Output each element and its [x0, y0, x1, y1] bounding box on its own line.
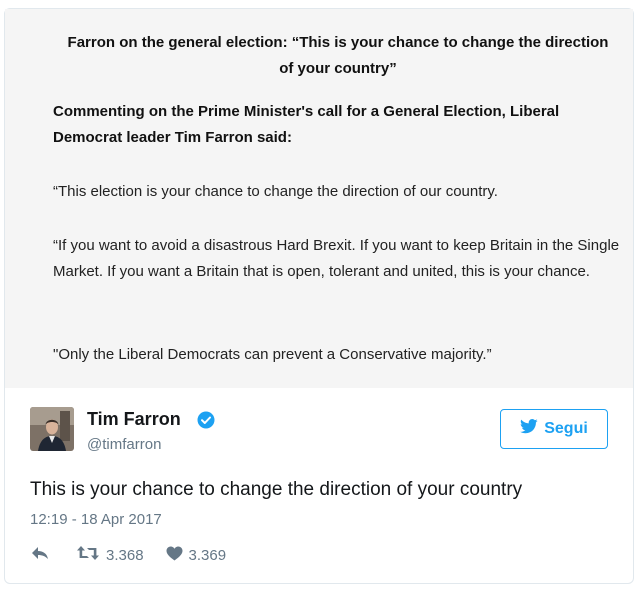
reply-icon [30, 545, 50, 565]
follow-label: Segui [544, 420, 588, 437]
like-count: 3.369 [188, 546, 227, 564]
statement-paragraph: "Only the Liberal Democrats can prevent … [53, 346, 492, 363]
retweet-button[interactable]: 3.368 [76, 545, 144, 565]
author-name[interactable]: Tim Farron [87, 409, 181, 430]
tweet-actions: 3.368 3.369 [30, 544, 226, 566]
retweet-icon [76, 545, 100, 565]
like-button[interactable]: 3.369 [166, 546, 227, 565]
twitter-bird-icon [520, 419, 538, 439]
verified-badge-icon [197, 411, 215, 429]
statement-title: Farron on the general election: “This is… [67, 34, 609, 77]
heart-icon [166, 546, 183, 565]
avatar[interactable] [30, 407, 74, 451]
statement-paragraph: “This election is your chance to change … [53, 183, 498, 200]
reply-button[interactable] [30, 545, 50, 565]
statement-lead: Commenting on the Prime Minister's call … [53, 103, 560, 146]
retweet-count: 3.368 [106, 546, 144, 564]
tweet-text: This is your chance to change the direct… [30, 479, 523, 500]
tweet-timestamp[interactable]: 12:19 - 18 Apr 2017 [30, 511, 162, 528]
statement-paragraph: “If you want to avoid a disastrous Hard … [53, 237, 620, 280]
follow-button[interactable]: Segui [500, 409, 608, 449]
author-handle[interactable]: @timfarron [87, 436, 161, 453]
